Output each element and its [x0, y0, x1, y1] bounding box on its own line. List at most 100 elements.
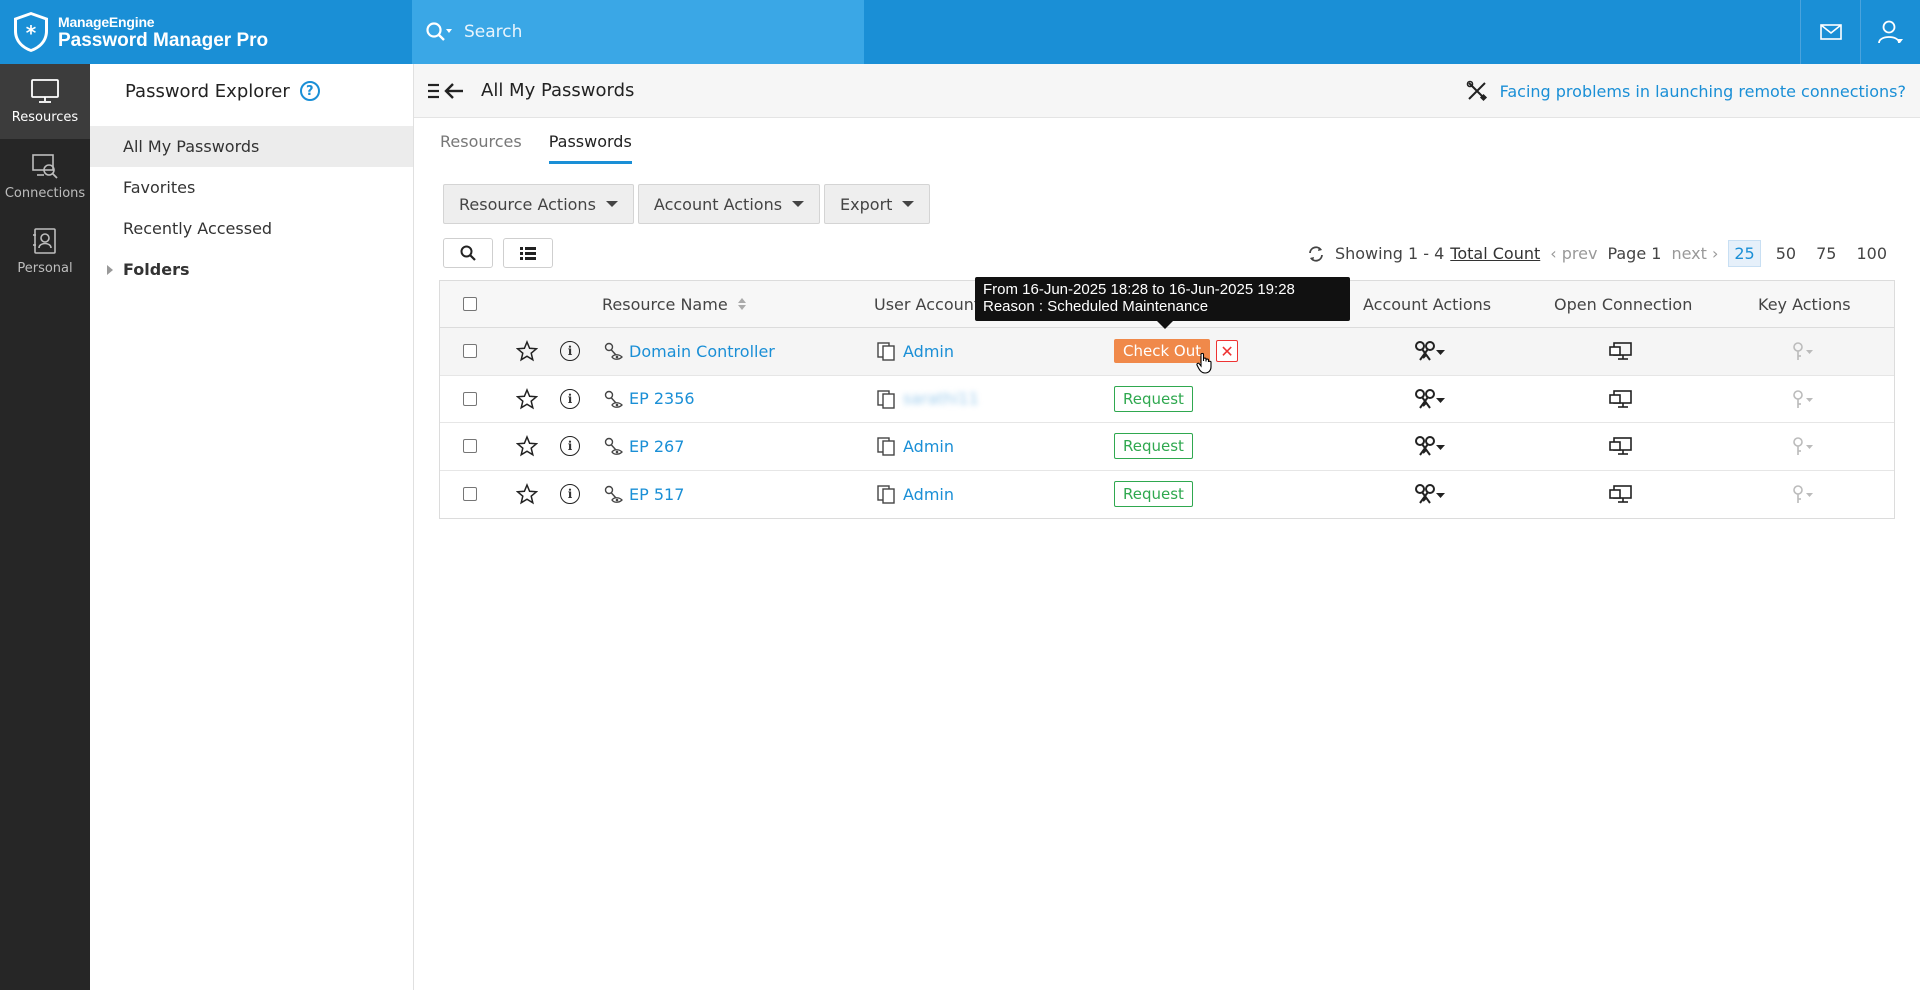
password-explorer-sidebar: Password Explorer ? All My Passwords Fav…: [90, 64, 414, 990]
open-connection-icon[interactable]: [1608, 340, 1634, 362]
sort-icon[interactable]: [737, 298, 746, 310]
sidebar-item-recently-accessed[interactable]: Recently Accessed: [90, 208, 413, 249]
next-page-button[interactable]: next ›: [1671, 244, 1718, 263]
account-actions-dropdown[interactable]: Account Actions: [637, 184, 821, 224]
column-resource-name[interactable]: Resource Name: [602, 281, 746, 327]
prev-page-button[interactable]: ‹ prev: [1550, 244, 1597, 263]
user-account-link[interactable]: Admin: [903, 437, 954, 456]
page-size-25[interactable]: 25: [1728, 240, 1761, 267]
messages-button[interactable]: [1800, 0, 1860, 64]
table-row: i EP 517 Admin Request: [440, 471, 1894, 519]
user-account-link[interactable]: Admin: [903, 342, 954, 361]
open-connection-icon[interactable]: [1608, 435, 1634, 457]
connections-icon: [32, 154, 58, 179]
brand-company: ManageEngine: [58, 13, 155, 30]
collapse-sidebar-icon[interactable]: [427, 80, 471, 102]
key-actions-icon[interactable]: [1790, 388, 1816, 410]
row-checkbox[interactable]: [463, 391, 477, 406]
page-size-50[interactable]: 50: [1771, 241, 1801, 266]
star-icon[interactable]: [516, 435, 538, 457]
column-user-account: User Account: [874, 294, 981, 314]
monitor-icon: [31, 79, 59, 103]
tab-resources[interactable]: Resources: [440, 130, 522, 164]
sidebar-item-folders[interactable]: Folders: [90, 249, 413, 290]
user-account-link[interactable]: sarathi11: [903, 389, 979, 408]
rail-item-resources[interactable]: Resources: [0, 64, 90, 139]
refresh-icon[interactable]: [1307, 245, 1325, 263]
sidebar-item-favorites[interactable]: Favorites: [90, 167, 413, 208]
star-icon[interactable]: [516, 340, 538, 362]
table-search-button[interactable]: [443, 238, 493, 268]
close-icon[interactable]: ✕: [1216, 340, 1239, 363]
row-checkbox[interactable]: [463, 344, 477, 359]
open-connection-icon[interactable]: [1608, 388, 1634, 410]
resource-actions-dropdown[interactable]: Resource Actions: [443, 184, 634, 224]
column-open-connection: Open Connection: [1554, 294, 1693, 314]
info-icon[interactable]: i: [560, 484, 580, 505]
brand-product: Password Manager Pro: [58, 29, 269, 51]
key-actions-icon[interactable]: [1790, 435, 1816, 457]
info-icon[interactable]: i: [560, 341, 580, 362]
page-size-75[interactable]: 75: [1811, 241, 1841, 266]
rail-item-personal[interactable]: Personal: [0, 214, 90, 289]
tooltip-time-range: From 16-Jun-2025 18:28 to 16-Jun-2025 19…: [983, 281, 1295, 298]
help-icon[interactable]: ?: [299, 81, 320, 101]
column-chooser-button[interactable]: [503, 238, 553, 268]
star-icon[interactable]: [516, 483, 538, 505]
column-account-actions: Account Actions: [1363, 294, 1492, 314]
app-logo[interactable]: * ManageEngine Password Manager Pro: [0, 0, 412, 64]
copy-icon[interactable]: [876, 341, 896, 361]
rail-item-connections[interactable]: Connections: [0, 139, 90, 214]
info-icon[interactable]: i: [560, 436, 580, 457]
account-actions-icon[interactable]: [1412, 387, 1446, 411]
copy-icon[interactable]: [876, 436, 896, 456]
sidebar-item-all-my-passwords[interactable]: All My Passwords: [90, 126, 413, 167]
star-icon[interactable]: [516, 387, 538, 410]
key-view-icon: [603, 389, 623, 409]
tab-passwords[interactable]: Passwords: [548, 130, 632, 164]
key-actions-icon[interactable]: [1790, 340, 1816, 362]
request-button[interactable]: Request: [1114, 433, 1193, 460]
resource-name-link[interactable]: Domain Controller: [629, 342, 775, 361]
rail-label-connections: Connections: [4, 186, 86, 201]
open-connection-icon[interactable]: [1608, 483, 1634, 505]
user-account-link[interactable]: Admin: [903, 485, 954, 504]
expand-triangle-icon[interactable]: [107, 264, 113, 275]
table-row: i EP 2356 sarathi11 Request: [440, 376, 1894, 423]
resource-name-link[interactable]: EP 2356: [629, 389, 695, 408]
chevron-down-icon: [605, 201, 618, 207]
key-actions-icon[interactable]: [1790, 483, 1816, 505]
info-icon[interactable]: i: [560, 388, 580, 409]
total-count-link[interactable]: Total Count: [1450, 244, 1540, 263]
tab-bar: Resources Passwords: [440, 130, 659, 164]
request-button[interactable]: Request: [1114, 481, 1193, 508]
next-label: next: [1671, 244, 1707, 263]
search-input[interactable]: [464, 22, 844, 42]
export-dropdown[interactable]: Export: [824, 184, 931, 224]
row-checkbox[interactable]: [463, 439, 477, 454]
resource-name-link[interactable]: EP 267: [629, 437, 684, 456]
key-view-icon: [603, 341, 623, 361]
rail-label-personal: Personal: [17, 261, 73, 276]
select-all-checkbox[interactable]: [463, 297, 477, 311]
row-checkbox[interactable]: [463, 487, 477, 502]
request-button[interactable]: Request: [1114, 385, 1193, 412]
user-menu-button[interactable]: [1860, 0, 1920, 64]
page-size-100[interactable]: 100: [1851, 241, 1892, 266]
copy-icon[interactable]: [876, 484, 896, 504]
rail-label-resources: Resources: [11, 110, 79, 125]
column-key-actions: Key Actions: [1758, 294, 1851, 314]
help-link-text: Facing problems in launching remote conn…: [1499, 81, 1906, 101]
account-actions-icon[interactable]: [1412, 434, 1446, 458]
tooltip-reason: Reason : Scheduled Maintenance: [983, 298, 1209, 315]
remote-connection-help-link[interactable]: Facing problems in launching remote conn…: [1466, 64, 1906, 118]
search-box[interactable]: [412, 0, 864, 64]
mail-icon: [1819, 24, 1842, 40]
account-actions-icon[interactable]: [1412, 482, 1446, 506]
copy-icon[interactable]: [876, 389, 896, 409]
search-icon[interactable]: [424, 20, 454, 44]
resource-name-link[interactable]: EP 517: [629, 485, 684, 504]
top-bar: * ManageEngine Password Manager Pro: [0, 0, 1920, 64]
tools-icon: [1466, 80, 1487, 102]
account-actions-icon[interactable]: [1412, 339, 1446, 363]
